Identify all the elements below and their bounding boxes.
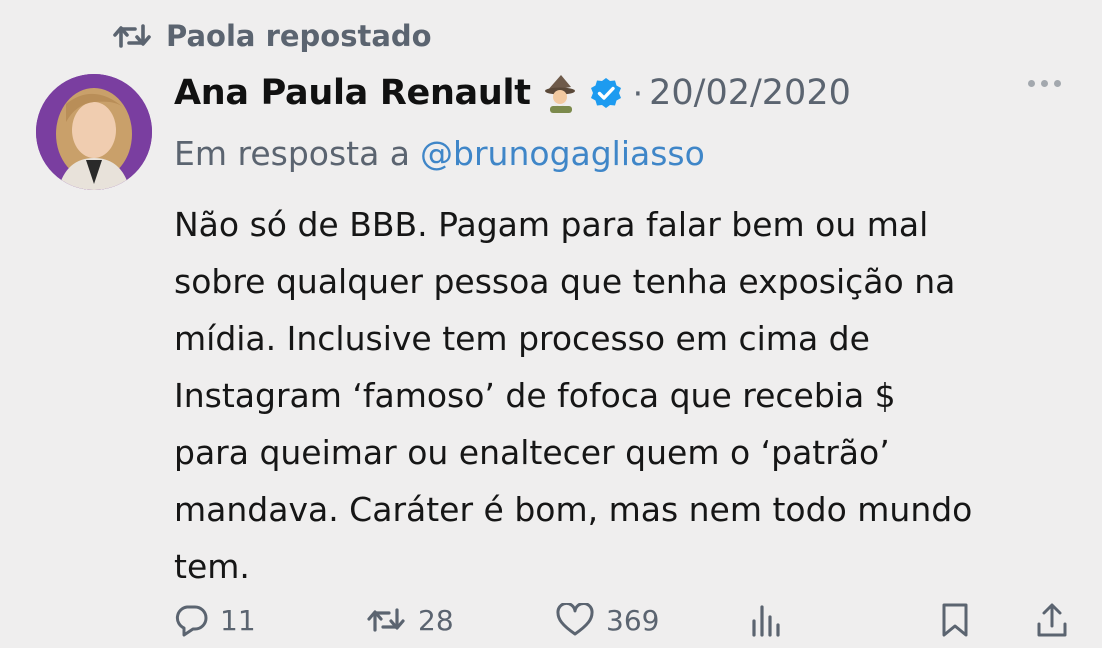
action-bar: 11 28 369 [174,596,1074,644]
reply-count: 11 [220,603,256,637]
tweet-text-line: tem. [174,547,250,586]
tweet-text-line: mídia. Inclusive tem processo em cima de [174,319,870,358]
tweet-text-line: mandava. Caráter é bom, mas nem todo mun… [174,490,973,529]
bookmark-icon [940,602,970,638]
share-button[interactable] [1036,596,1068,644]
bookmark-button[interactable] [940,596,970,644]
share-icon [1036,602,1068,638]
more-dot-icon [1054,80,1061,87]
tweet-date[interactable]: 20/02/2020 [649,73,851,113]
tweet-text-line: para queimar ou enaltecer quem o ‘patrão… [174,433,890,472]
tweet-text-line: Instagram ‘famoso’ de fofoca que recebia… [174,376,896,415]
views-button[interactable] [750,596,782,644]
repost-count: 28 [418,603,454,637]
tweet-text-line: Não só de BBB. Pagam para falar bem ou m… [174,205,929,244]
repost-text: Paola repostado [166,19,432,53]
tweet-text-line: sobre qualquer pessoa que tenha exposiçã… [174,262,956,301]
tweet-header: Ana Paula Renault · 20/02/2020 [174,66,851,120]
repost-icon [366,605,406,635]
mage-emoji-icon [541,73,581,113]
repost-button[interactable]: 28 [366,596,454,644]
repost-icon [112,21,152,51]
verified-badge-icon [589,76,623,110]
like-button[interactable]: 369 [556,596,659,644]
repost-header[interactable]: Paola repostado [112,14,432,58]
more-options-button[interactable] [1028,80,1061,87]
like-count: 369 [606,603,660,637]
reply-button[interactable]: 11 [174,596,256,644]
more-dot-icon [1028,80,1035,87]
reply-prefix: Em resposta a [174,133,411,173]
reply-handle-link[interactable]: @brunogagliasso [420,134,705,173]
author-name[interactable]: Ana Paula Renault [174,73,531,113]
heart-icon [556,603,594,637]
views-chart-icon [750,603,782,637]
separator-dot: · [632,73,644,113]
reply-icon [174,603,208,637]
avatar[interactable] [36,74,152,190]
tweet-text: Não só de BBB. Pagam para falar bem ou m… [174,196,1084,595]
reply-context: Em resposta a @brunogagliasso [174,128,705,178]
more-dot-icon [1041,80,1048,87]
